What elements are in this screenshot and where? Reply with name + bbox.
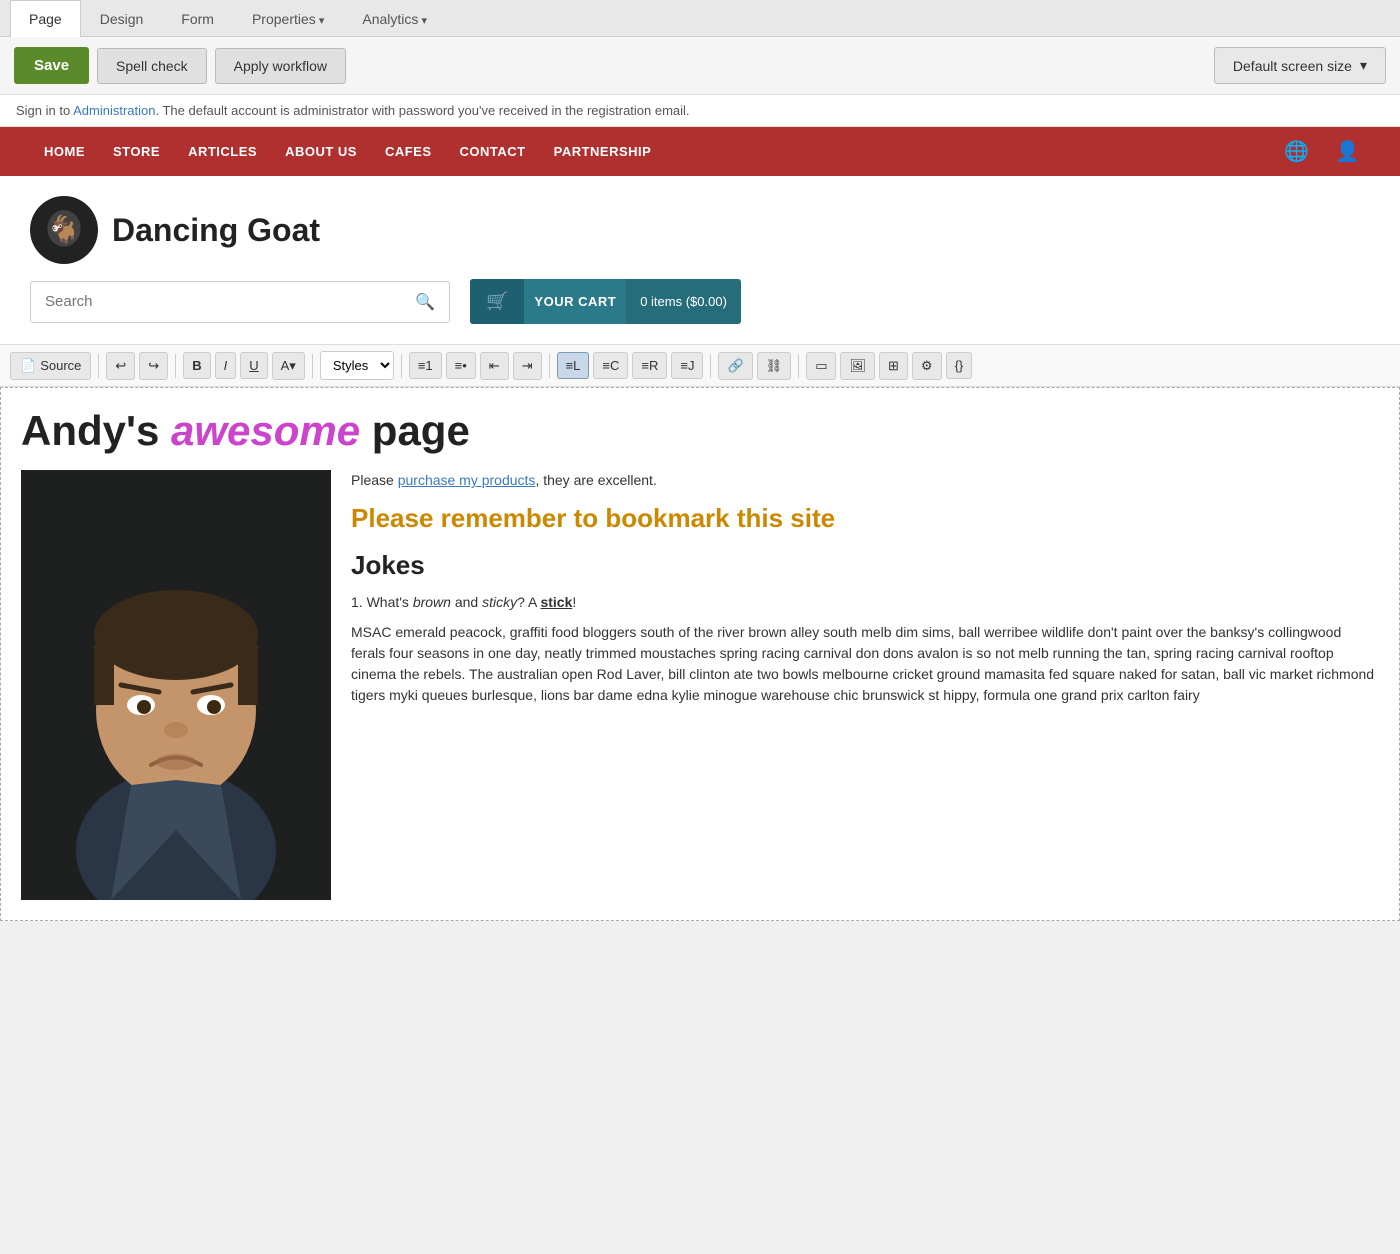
outdent-button[interactable]: ⇤ xyxy=(480,352,509,380)
cart-icon: 🛒 xyxy=(470,279,524,324)
save-button[interactable]: Save xyxy=(14,47,89,84)
intro-after: , they are excellent. xyxy=(535,472,656,488)
screen-size-dropdown[interactable]: Default screen size xyxy=(1214,47,1386,84)
content-body: Please purchase my products, they are ex… xyxy=(21,470,1379,900)
globe-icon[interactable]: 🌐 xyxy=(1274,127,1319,176)
tab-bar: Page Design Form Properties Analytics xyxy=(0,0,1400,37)
bold-button[interactable]: B xyxy=(183,352,210,379)
search-cart-row: 🔍 🛒 YOUR CART 0 items ($0.00) xyxy=(0,279,1400,344)
search-input[interactable] xyxy=(31,283,401,320)
joke1-end: ! xyxy=(572,594,576,610)
bookmark-header: Please remember to bookmark this site xyxy=(351,503,1379,534)
tab-page[interactable]: Page xyxy=(10,0,81,37)
nav-partnership[interactable]: PARTNERSHIP xyxy=(540,128,666,175)
tab-design[interactable]: Design xyxy=(81,0,163,37)
content-text: Please purchase my products, they are ex… xyxy=(351,470,1379,900)
toolbar-separator-5 xyxy=(549,354,550,378)
indent-button[interactable]: ⇥ xyxy=(513,352,542,380)
title-awesome: awesome xyxy=(171,407,360,454)
toolbar-separator-1 xyxy=(98,354,99,378)
joke1-before: 1. What's xyxy=(351,594,413,610)
redo-button[interactable]: ↪ xyxy=(139,352,168,380)
title-part2: page xyxy=(360,407,470,454)
align-right-button[interactable]: ≡R xyxy=(632,352,667,379)
person-svg xyxy=(21,470,331,900)
info-bar: Sign in to Administration. The default a… xyxy=(0,95,1400,127)
nav-articles[interactable]: ARTICLES xyxy=(174,128,271,175)
joke1-brown: brown xyxy=(413,594,451,610)
undo-button[interactable]: ↩ xyxy=(106,352,135,380)
align-justify-button[interactable]: ≡J xyxy=(671,352,703,379)
toolbar-separator-3 xyxy=(312,354,313,378)
toolbar-separator-6 xyxy=(710,354,711,378)
msac-paragraph: MSAC emerald peacock, graffiti food blog… xyxy=(351,622,1379,706)
tab-form[interactable]: Form xyxy=(162,0,233,37)
info-text-before: Sign in to xyxy=(16,103,73,118)
nav-icons: 🌐 👤 xyxy=(1274,127,1370,176)
align-left-button[interactable]: ≡L xyxy=(557,352,590,379)
svg-text:🐐: 🐐 xyxy=(46,214,81,247)
nav-about[interactable]: ABOUT US xyxy=(271,128,371,175)
source-icon: 📄 xyxy=(20,358,36,374)
link-button[interactable]: 🔗 xyxy=(718,352,752,380)
source-label: Source xyxy=(40,358,81,373)
brand-name: Dancing Goat xyxy=(112,212,320,249)
cart-button[interactable]: 🛒 YOUR CART 0 items ($0.00) xyxy=(470,279,741,324)
page-title: Andy's awesome page xyxy=(21,408,1379,454)
italic-button[interactable]: I xyxy=(215,352,237,379)
text-color-button[interactable]: A▾ xyxy=(272,352,305,380)
tab-analytics[interactable]: Analytics xyxy=(343,0,446,37)
brand-logo: 🐐 xyxy=(30,196,98,264)
cart-label: YOUR CART xyxy=(524,279,626,324)
jokes-header: Jokes xyxy=(351,550,1379,581)
unordered-list-button[interactable]: ≡• xyxy=(446,352,476,379)
toolbar-separator-4 xyxy=(401,354,402,378)
source-button[interactable]: 📄 Source xyxy=(10,352,91,380)
joke1-sticky: sticky xyxy=(482,594,517,610)
code-button[interactable]: {} xyxy=(946,352,973,379)
tab-properties[interactable]: Properties xyxy=(233,0,343,37)
joke1-stick: stick xyxy=(540,594,572,610)
align-center-button[interactable]: ≡C xyxy=(593,352,628,379)
brand-area: 🐐 Dancing Goat xyxy=(0,176,1400,279)
site-preview: HOME STORE ARTICLES ABOUT US CAFES CONTA… xyxy=(0,127,1400,921)
info-text-after: . The default account is administrator w… xyxy=(155,103,689,118)
table-button[interactable]: ⊞ xyxy=(879,352,908,380)
editor-toolbar: 📄 Source ↩ ↪ B I U A▾ Styles ≡1 ≡• ⇤ ⇥ ≡… xyxy=(0,344,1400,387)
search-box: 🔍 xyxy=(30,281,450,323)
logo-icon: 🐐 xyxy=(39,205,89,255)
underline-button[interactable]: U xyxy=(240,352,267,379)
nav-home[interactable]: HOME xyxy=(30,128,99,175)
content-image xyxy=(21,470,331,900)
search-icon[interactable]: 🔍 xyxy=(401,282,449,322)
intro-before: Please xyxy=(351,472,398,488)
ordered-list-button[interactable]: ≡1 xyxy=(409,352,442,379)
face-image xyxy=(21,470,331,900)
nav-contact[interactable]: CONTACT xyxy=(446,128,540,175)
toolbar-separator-7 xyxy=(798,354,799,378)
spell-check-button[interactable]: Spell check xyxy=(97,48,207,84)
nav-cafes[interactable]: CAFES xyxy=(371,128,446,175)
styles-dropdown[interactable]: Styles xyxy=(320,351,394,380)
image-button[interactable]: 🖼 xyxy=(840,352,875,380)
administration-link[interactable]: Administration xyxy=(73,103,155,118)
block-button[interactable]: ▭ xyxy=(806,352,836,380)
unlink-button[interactable]: ⛓ xyxy=(757,352,792,380)
content-area: Andy's awesome page xyxy=(0,387,1400,921)
title-part1: Andy's xyxy=(21,407,171,454)
intro-paragraph: Please purchase my products, they are ex… xyxy=(351,470,1379,491)
widget-button[interactable]: ⚙ xyxy=(912,352,942,380)
apply-workflow-button[interactable]: Apply workflow xyxy=(215,48,346,84)
joke1-mid: and xyxy=(451,594,482,610)
joke1-before-stick: ? A xyxy=(517,594,540,610)
user-icon[interactable]: 👤 xyxy=(1325,127,1370,176)
toolbar-separator-2 xyxy=(175,354,176,378)
nav-store[interactable]: STORE xyxy=(99,128,174,175)
joke-1: 1. What's brown and sticky? A stick! xyxy=(351,591,1379,613)
site-nav: HOME STORE ARTICLES ABOUT US CAFES CONTA… xyxy=(0,127,1400,176)
cart-items: 0 items ($0.00) xyxy=(626,279,741,324)
action-bar: Save Spell check Apply workflow Default … xyxy=(0,37,1400,95)
intro-link[interactable]: purchase my products xyxy=(398,472,536,488)
